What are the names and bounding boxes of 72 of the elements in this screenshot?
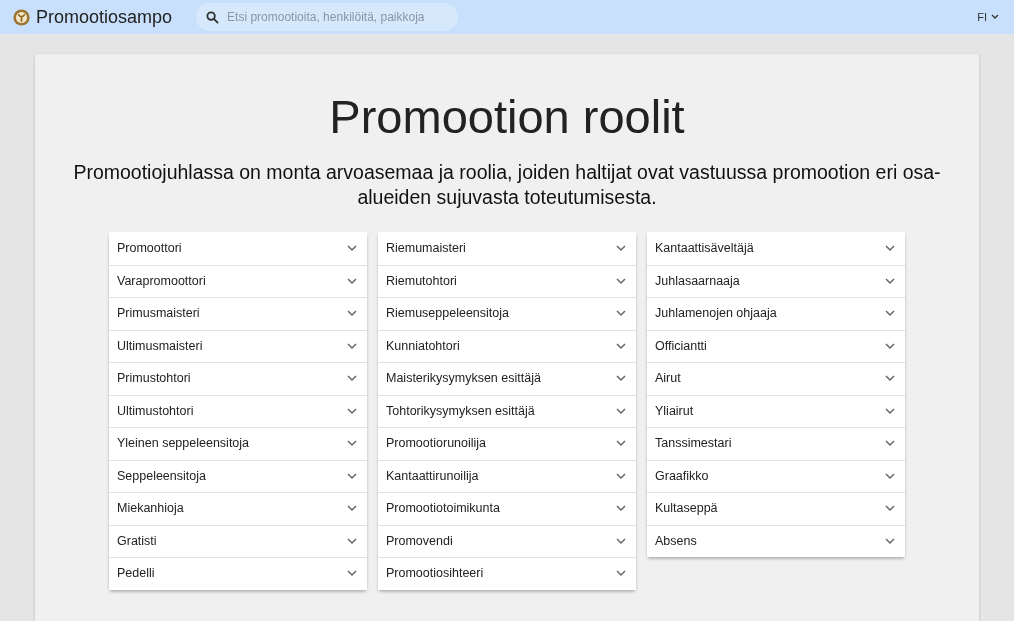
chevron-icon	[616, 277, 626, 285]
chevron-icon	[347, 472, 357, 480]
intro-text: Promootiojuhlassa on monta arvoasemaa ja roolia, joiden haltijat ovat vastuussa promootion eri osa-alueiden sujuvasta toteutumisesta.	[72, 160, 942, 210]
chevron-icon	[616, 375, 626, 383]
caret-icon	[991, 14, 999, 20]
accordion-item[interactable]: Pedelli	[109, 557, 367, 590]
accordion-item[interactable]: Juhlamenojen ohjaaja	[647, 297, 905, 330]
accordion-item[interactable]: Kunniatohtori	[378, 329, 636, 362]
chevron-icon	[616, 472, 626, 480]
accordion-item[interactable]: Officiantti	[647, 329, 905, 362]
chevron-icon	[347, 570, 357, 578]
accordion-item[interactable]: Tanssimestari	[647, 427, 905, 460]
chevron-icon	[347, 277, 357, 285]
accordion-item[interactable]: Tohtorikysymyksen esittäjä	[378, 394, 636, 427]
accordion-item[interactable]: Yleinen seppeleensitoja	[109, 427, 367, 460]
accordion-item[interactable]: Seppeleensitoja	[109, 459, 367, 492]
accordion-item[interactable]: Maisterikysymyksen esittäjä	[378, 362, 636, 395]
accordion-item[interactable]: Kultaseppä	[647, 492, 905, 525]
chevron-icon	[616, 310, 626, 318]
logo-icon	[13, 8, 30, 26]
chevron-icon	[885, 244, 895, 252]
chevron-icon	[347, 342, 357, 350]
accordion-item[interactable]: Airut	[647, 362, 905, 395]
chevron-icon	[885, 310, 895, 318]
chevron-icon	[616, 537, 626, 545]
accordion-item[interactable]: Riemumaisteri	[378, 232, 636, 265]
chevron-icon	[885, 375, 895, 383]
chevron-icon	[347, 375, 357, 383]
accordion-item[interactable]: Promootiotoimikunta	[378, 492, 636, 525]
search-icon	[206, 11, 220, 24]
accordion-item[interactable]: Promovendi	[378, 524, 636, 557]
chevron-icon	[347, 310, 357, 318]
chevron-icon	[347, 537, 357, 545]
accordion-item[interactable]: Promootiorunoilija	[378, 427, 636, 460]
chevron-icon	[347, 244, 357, 252]
accordion-item[interactable]: Promootiosihteeri	[378, 557, 636, 590]
chevron-icon	[885, 342, 895, 350]
chevron-icon	[347, 440, 357, 448]
accordion-item[interactable]: Yliairut	[647, 394, 905, 427]
chevron-icon	[885, 537, 895, 545]
accordion-item[interactable]: Kantaattirunoilija	[378, 459, 636, 492]
chevron-icon	[616, 244, 626, 252]
chevron-icon	[885, 277, 895, 285]
language-button[interactable]: FI	[977, 8, 999, 26]
accordion-item[interactable]: Ultimusmaisteri	[109, 329, 367, 362]
search-field[interactable]: Etsi promootioita, henkilöitä, paikkoja	[196, 3, 459, 31]
page-heading: Promootion roolit	[329, 89, 685, 145]
app-title[interactable]: Promootiosampo	[36, 3, 173, 31]
chevron-icon	[885, 407, 895, 415]
accordion-item[interactable]: Absens	[647, 524, 905, 557]
accordion-item[interactable]: Varapromoottori	[109, 264, 367, 297]
chevron-icon	[616, 570, 626, 578]
accordion-item[interactable]: Promoottori	[109, 232, 367, 265]
accordion-item[interactable]: Miekanhioja	[109, 492, 367, 525]
chevron-icon	[885, 505, 895, 513]
accordion-item[interactable]: Graafikko	[647, 459, 905, 492]
chevron-icon	[616, 342, 626, 350]
chevron-icon	[616, 505, 626, 513]
chevron-icon	[347, 407, 357, 415]
accordion-item[interactable]: Riemutohtori	[378, 264, 636, 297]
chevron-icon	[885, 440, 895, 448]
accordion-item[interactable]: Primusmaisteri	[109, 297, 367, 330]
accordion-item[interactable]: Juhlasaarnaaja	[647, 264, 905, 297]
accordion-item[interactable]: Primustohtori	[109, 362, 367, 395]
chevron-icon	[347, 505, 357, 513]
accordion-item[interactable]: Riemuseppeleensitoja	[378, 297, 636, 330]
chevron-icon	[616, 407, 626, 415]
chevron-icon	[616, 440, 626, 448]
accordion-item[interactable]: Ultimustohtori	[109, 394, 367, 427]
chevron-icon	[885, 472, 895, 480]
accordion-item[interactable]: Kantaattisäveltäjä	[647, 232, 905, 265]
accordion-item[interactable]: Gratisti	[109, 524, 367, 557]
